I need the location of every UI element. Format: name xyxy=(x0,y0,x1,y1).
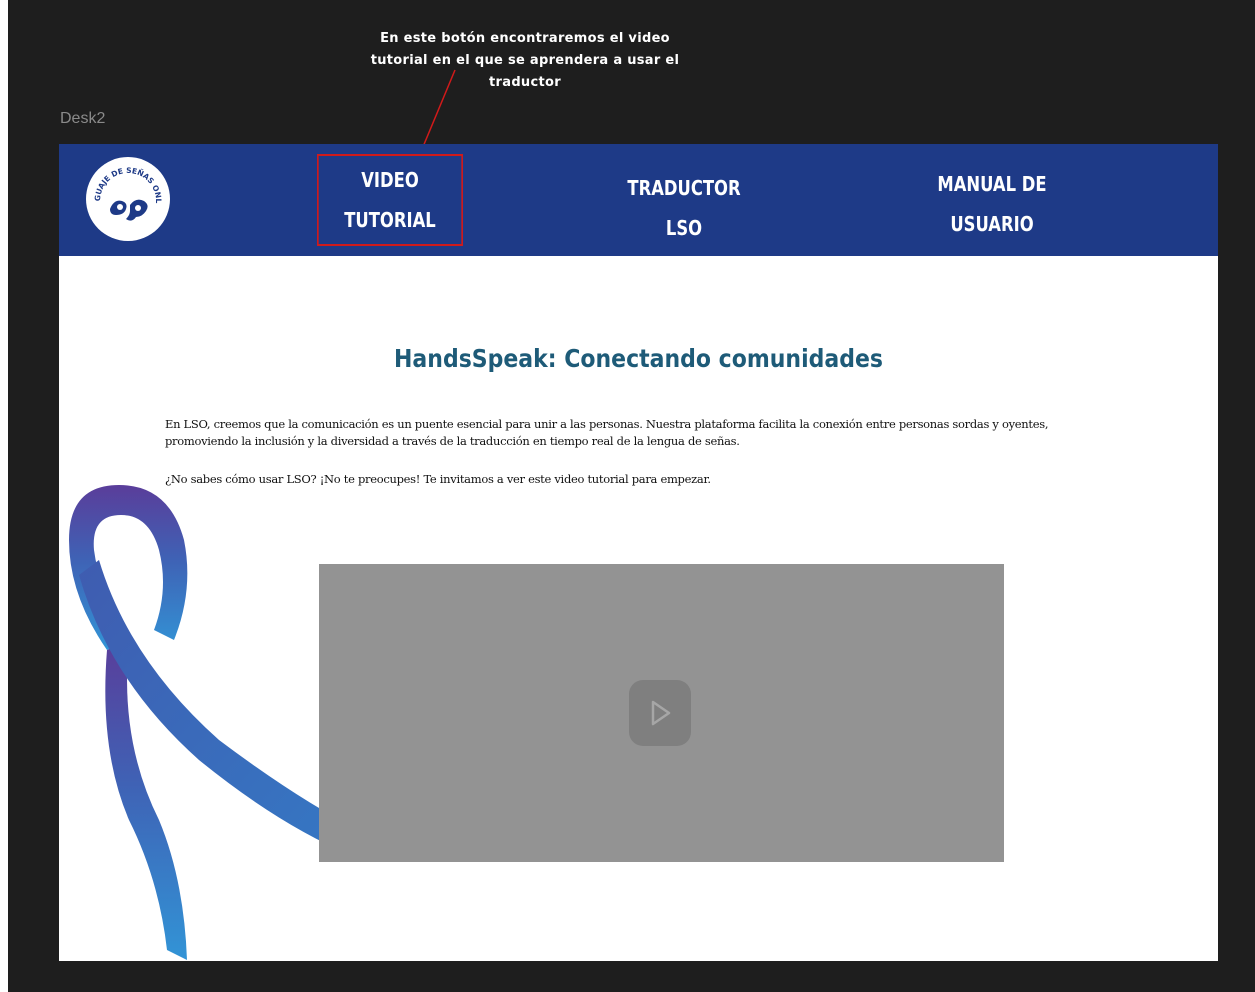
play-icon xyxy=(651,700,671,726)
top-navbar: LENGUAJE DE SEÑAS ONLINE VIDEO TUTORIAL … xyxy=(59,144,1218,256)
page-title: HandsSpeak: Conectando comunidades xyxy=(394,344,883,373)
logo-text: LENGUAJE DE SEÑAS ONLINE xyxy=(86,157,163,204)
intro-paragraph-line-1: En LSO, creemos que la comunicación es u… xyxy=(165,417,1049,431)
nav-traductor-line-2: LSO xyxy=(665,216,703,240)
nav-video-tutorial-button[interactable]: VIDEO TUTORIAL xyxy=(317,154,463,246)
svg-text:LENGUAJE DE SEÑAS ONLINE: LENGUAJE DE SEÑAS ONLINE xyxy=(86,157,163,204)
intro-paragraph-line-2: promoviendo la inclusión y la diversidad… xyxy=(165,434,740,448)
nav-manual-line-2: USUARIO xyxy=(950,212,1034,236)
annotation-callout: En este botón encontraremos el video tut… xyxy=(340,28,710,94)
nav-traductor-lso-button[interactable]: TRADUCTOR LSO xyxy=(614,168,753,248)
nav-traductor-line-1: TRADUCTOR xyxy=(627,176,741,200)
frame-label: Desk2 xyxy=(60,110,106,127)
sign-language-logo-icon[interactable]: LENGUAJE DE SEÑAS ONLINE xyxy=(86,157,170,241)
annotation-line-1: En este botón encontraremos el video xyxy=(380,31,670,46)
nav-video-line-2: TUTORIAL xyxy=(344,208,436,232)
nav-manual-line-1: MANUAL DE xyxy=(937,172,1047,196)
nav-manual-usuario-button[interactable]: MANUAL DE USUARIO xyxy=(922,164,1061,244)
canvas-edge xyxy=(0,0,8,992)
nav-video-line-1: VIDEO xyxy=(361,168,419,192)
video-player[interactable] xyxy=(319,564,1004,862)
intro-paragraph: En LSO, creemos que la comunicación es u… xyxy=(165,416,1125,450)
annotation-line-2: tutorial en el que se aprendera a usar e… xyxy=(370,53,680,68)
play-button[interactable] xyxy=(629,680,691,746)
desktop-frame: LENGUAJE DE SEÑAS ONLINE VIDEO TUTORIAL … xyxy=(59,144,1218,961)
annotation-line-3: traductor xyxy=(489,75,561,90)
